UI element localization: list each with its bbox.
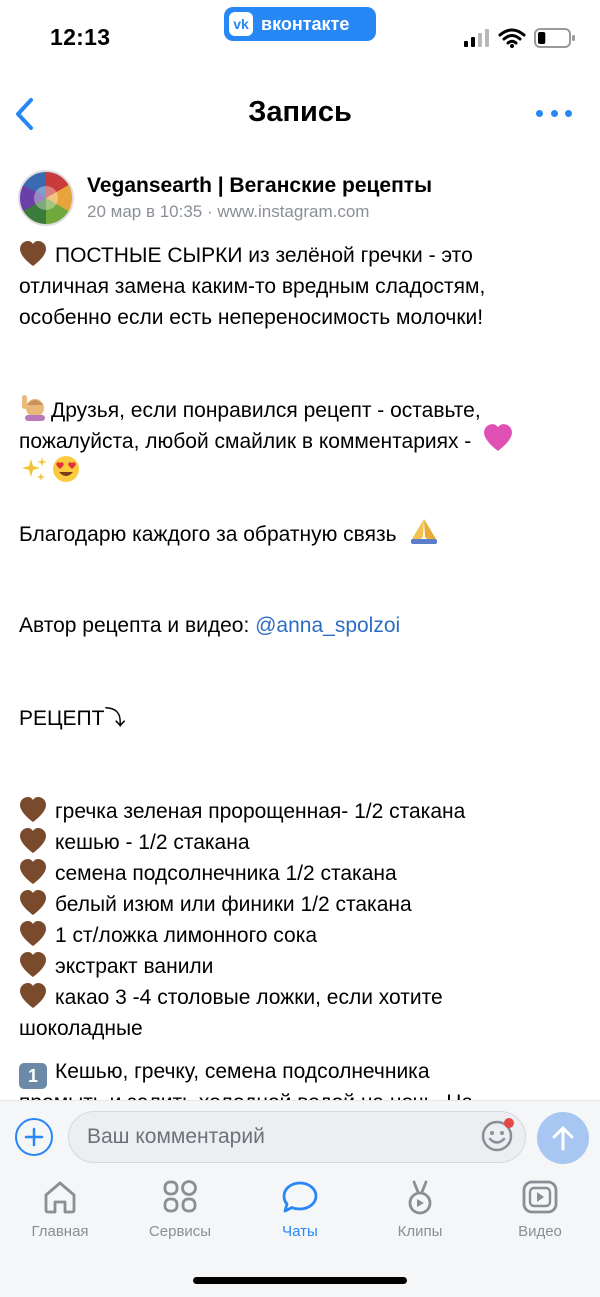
- text-line: шоколадные: [19, 1017, 143, 1040]
- vk-app-pill[interactable]: vk вконтакте: [224, 7, 376, 41]
- tab-label: Видео: [518, 1223, 562, 1240]
- brown-heart-icon: [20, 859, 46, 884]
- vk-pill-label: вконтакте: [261, 13, 350, 34]
- video-icon: [522, 1180, 558, 1214]
- tab-label: Клипы: [397, 1223, 443, 1240]
- ingredient-item: гречка зеленая пророщенная- 1/2 стакана: [19, 796, 584, 827]
- keycap-one-icon: 1: [19, 1063, 47, 1089]
- brown-heart-icon: [20, 952, 46, 977]
- home-indicator: [193, 1277, 407, 1284]
- chat-icon: [282, 1181, 318, 1213]
- comment-input[interactable]: Ваш комментарий: [68, 1111, 526, 1163]
- brown-heart-icon: [20, 890, 46, 915]
- raised-hand-woman-icon: [22, 395, 45, 421]
- clips-icon: [408, 1180, 432, 1215]
- text-line: пожалуйста, любой смайлик в комментариях…: [19, 424, 584, 455]
- send-button[interactable]: [537, 1112, 589, 1164]
- tab-video[interactable]: Видео: [480, 1180, 600, 1250]
- post-source[interactable]: www.instagram.com: [217, 202, 369, 221]
- tab-chats[interactable]: Чаты: [240, 1180, 360, 1250]
- ingredient-item: семена подсолнечника 1/2 стакана: [19, 858, 584, 889]
- author-avatar[interactable]: [18, 170, 74, 226]
- status-icons: [464, 28, 576, 48]
- author-mention-link[interactable]: @anna_spolzoi: [255, 614, 400, 637]
- ingredient-item: какао 3 -4 столовые ложки, если хотите: [19, 982, 584, 1013]
- text-line: отличная замена каким-то вредным сладост…: [19, 275, 486, 298]
- text-line: особенно если есть непереносимость молоч…: [19, 306, 484, 329]
- more-dots-icon: [536, 109, 543, 117]
- plus-icon: [24, 1127, 44, 1147]
- tab-label: Сервисы: [148, 1223, 212, 1240]
- services-icon: [163, 1180, 197, 1213]
- text-line: Благодарю каждого за обратную связь: [19, 517, 584, 548]
- battery-icon: [534, 28, 575, 48]
- heart-eyes-icon: [53, 456, 79, 482]
- brown-heart-icon: [20, 983, 46, 1008]
- tab-bar: Главная Сервисы Чаты Клипы Видео: [0, 1172, 600, 1297]
- tab-clips[interactable]: Клипы: [360, 1180, 480, 1250]
- add-attachment-button[interactable]: [15, 1118, 53, 1156]
- nav-bar: Запись: [0, 76, 600, 150]
- tab-home[interactable]: Главная: [0, 1180, 120, 1250]
- ingredient-item: экстракт ванили: [19, 951, 584, 982]
- text-line: Автор рецепта и видео: @anna_spolzoi: [19, 614, 401, 637]
- folded-hands-icon: [411, 519, 438, 544]
- step-line: 1 Кешью, гречку, семена подсолнечника: [19, 1056, 584, 1089]
- ingredient-item: 1 ст/ложка лимонного сока: [19, 920, 584, 951]
- vk-logo-icon: vk: [229, 12, 253, 36]
- brown-heart-icon: [20, 921, 46, 946]
- text-line: [19, 455, 584, 486]
- more-button[interactable]: [536, 106, 572, 120]
- post-author[interactable]: Vegansearth | Веганские рецепты: [87, 174, 432, 198]
- text-line: Друзья, если понравился рецепт - оставьт…: [19, 393, 584, 424]
- ingredient-item: белый изюм или финики 1/2 стакана: [19, 889, 584, 920]
- tab-services[interactable]: Сервисы: [120, 1180, 240, 1250]
- recipe-heading: РЕЦЕПТ⤵: [19, 707, 126, 730]
- screen: 12:13 vk вконтакте Запись Vegansearth | …: [0, 0, 600, 1297]
- brown-heart-icon: [20, 797, 46, 822]
- status-time: 12:13: [50, 24, 111, 50]
- tab-label: Чаты: [282, 1223, 318, 1240]
- brown-heart-icon: [20, 241, 46, 266]
- text-line: ПОСТНЫЕ СЫРКИ из зелёной гречки - это: [19, 240, 584, 271]
- emoji-button[interactable]: [480, 1117, 516, 1153]
- signal-icon: [464, 29, 489, 47]
- page-title: Запись: [248, 96, 352, 128]
- tab-label: Главная: [31, 1223, 89, 1240]
- sparkles-icon: [22, 457, 47, 481]
- home-icon: [44, 1181, 76, 1214]
- pink-heart-icon: [484, 424, 513, 451]
- status-bar: 12:13 vk вконтакте: [0, 0, 600, 76]
- smiley-icon: [481, 1118, 514, 1152]
- post-meta: 20 мар в 10:35 · www.instagram.com: [87, 202, 370, 221]
- post-text: ПОСТНЫЕ СЫРКИ из зелёной гречки - это от…: [19, 240, 584, 1105]
- comment-bar: Ваш комментарий: [0, 1100, 600, 1172]
- arrow-up-icon: [552, 1126, 574, 1151]
- wifi-icon: [498, 28, 526, 48]
- ingredient-item: кешью - 1/2 стакана: [19, 827, 584, 858]
- post-date: 20 мар в 10:35: [87, 202, 203, 221]
- brown-heart-icon: [20, 828, 46, 853]
